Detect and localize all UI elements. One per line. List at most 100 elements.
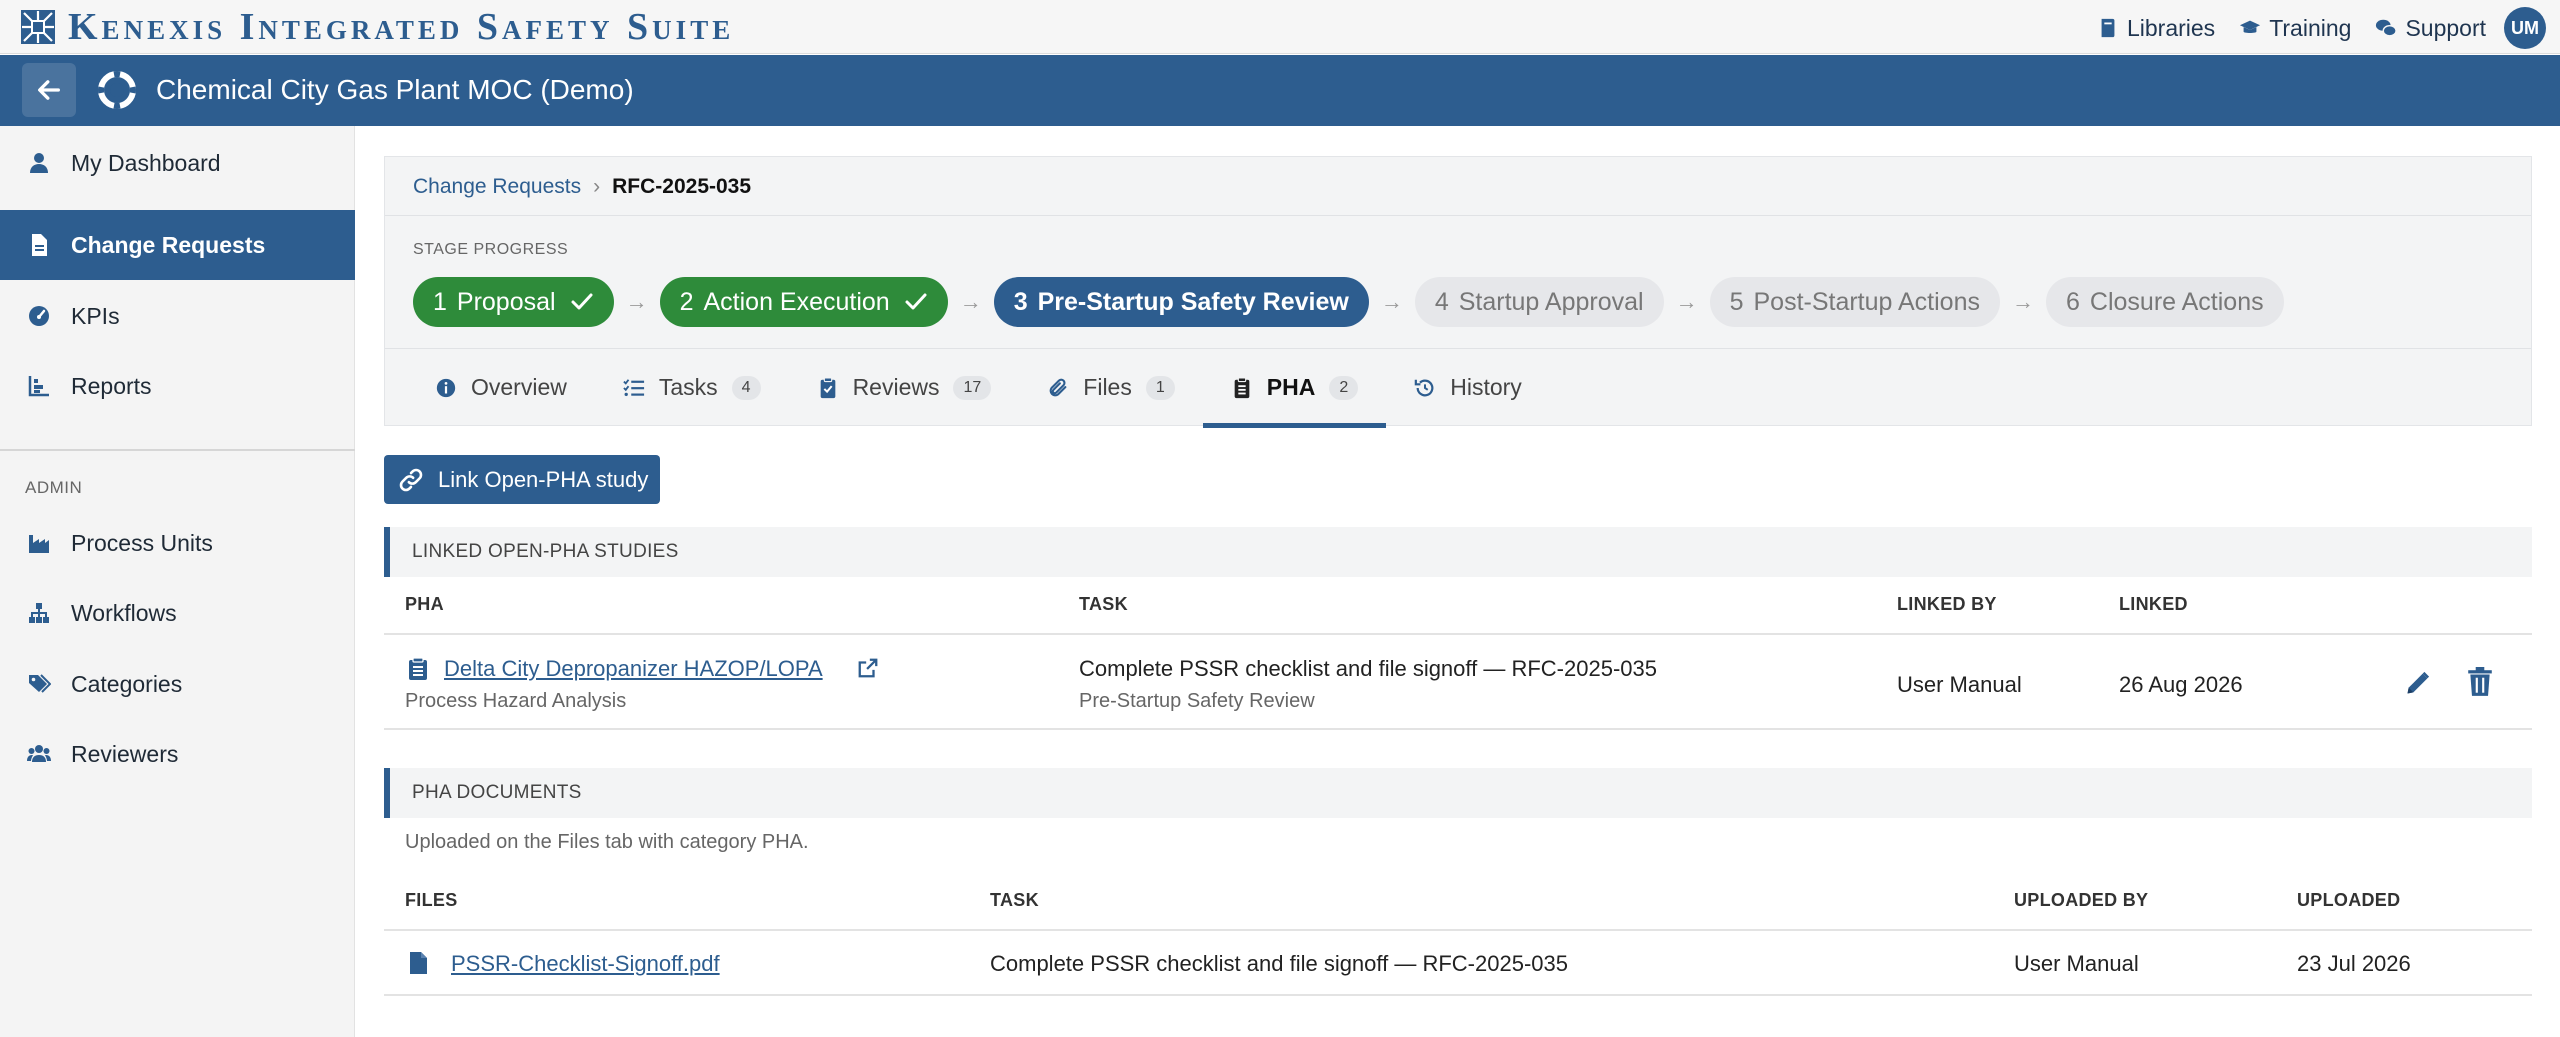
tab-count-badge: 4 [731, 375, 761, 400]
pha-study-link[interactable]: Delta City Depropanizer HAZOP/LOPA [444, 656, 823, 682]
column-header-linked: LINKED [2119, 594, 2188, 614]
linked-task-stage: Pre-Startup Safety Review [1079, 690, 1315, 712]
page-title: Chemical City Gas Plant MOC (Demo) [156, 74, 634, 105]
kenexis-logo-icon [21, 10, 55, 44]
app-header: Chemical City Gas Plant MOC (Demo) [0, 55, 2560, 126]
tab-label: Overview [471, 374, 567, 400]
tab-label: Reviews [852, 374, 940, 400]
stage-pre-startup-safety-review[interactable]: 3 Pre-Startup Safety Review [993, 277, 1369, 327]
stage-name: Startup Approval [1458, 287, 1644, 316]
top-links: Libraries Training Support UM [2097, 7, 2546, 49]
linked-studies-header: LINKED OPEN-PHA STUDIES [384, 527, 2532, 577]
stage-post-startup-actions[interactable]: 5 Post-Startup Actions [1709, 277, 2000, 327]
sidebar-item-label: Process Units [71, 529, 213, 556]
table-row-divider [384, 994, 2532, 996]
tab-files[interactable]: Files 1 [1019, 349, 1202, 426]
sidebar-item-label: Workflows [71, 599, 177, 626]
libraries-link[interactable]: Libraries [2097, 15, 2215, 42]
tab-label: Files [1083, 374, 1132, 400]
link-icon [399, 468, 423, 491]
sidebar-item-reports[interactable]: Reports [0, 351, 355, 421]
pha-documents-note: Uploaded on the Files tab with category … [405, 831, 809, 853]
industry-icon [29, 535, 49, 553]
stage-closure-actions[interactable]: 6 Closure Actions [2046, 277, 2284, 327]
user-avatar[interactable]: UM [2504, 7, 2546, 49]
sidebar-item-workflows[interactable]: Workflows [0, 578, 355, 648]
stage-startup-approval[interactable]: 4 Startup Approval [1414, 277, 1664, 327]
tab-reviews[interactable]: Reviews 17 [789, 349, 1020, 426]
sidebar-item-change-requests[interactable]: Change Requests [0, 210, 355, 280]
support-label: Support [2405, 14, 2486, 41]
tab-count-badge: 2 [1329, 375, 1359, 400]
breadcrumb: Change Requests › RFC-2025-035 [413, 175, 751, 199]
linked-date: 26 Aug 2026 [2119, 672, 2243, 697]
table-row-divider [384, 728, 2532, 730]
column-header-linked-by: LINKED BY [1897, 594, 1997, 614]
column-header-task: TASK [1079, 594, 1128, 614]
tab-label: PHA [1266, 374, 1316, 400]
linked-by: User Manual [1897, 672, 2022, 697]
link-open-pha-study-button[interactable]: Link Open-PHA study [384, 455, 660, 504]
tab-label: History [1450, 374, 1522, 400]
stage-number: 6 [2066, 287, 2080, 316]
tags-icon [29, 674, 51, 693]
stage-proposal[interactable]: 1 Proposal [413, 277, 614, 327]
admin-section-label: ADMIN [25, 478, 83, 497]
external-link-icon[interactable] [857, 657, 879, 679]
stage-arrow: → [1675, 289, 1698, 314]
history-icon [1414, 379, 1434, 396]
table-header-divider [384, 929, 2532, 931]
check-icon [571, 293, 593, 310]
clipboard-check-icon [820, 376, 835, 398]
trash-icon[interactable] [2467, 667, 2493, 697]
tab-history[interactable]: History [1386, 349, 1550, 426]
breadcrumb-current: RFC-2025-035 [612, 175, 752, 198]
sidebar-item-label: KPIs [71, 302, 120, 329]
column-header-uploaded: UPLOADED [2297, 890, 2401, 910]
tab-bar: Overview Tasks 4 Reviews 17 Files 1 PHA … [407, 349, 1550, 428]
brand-name: Kenexis Integrated Safety Suite [68, 6, 735, 48]
bar-chart-icon [28, 376, 49, 397]
sidebar-item-label: Reviewers [71, 740, 179, 767]
sidebar-item-label: Change Requests [71, 231, 266, 258]
stage-arrow: → [1380, 289, 1403, 314]
sidebar-item-process-units[interactable]: Process Units [0, 508, 355, 578]
comments-icon [2376, 19, 2398, 37]
check-icon [905, 293, 927, 310]
training-link[interactable]: Training [2239, 15, 2351, 42]
sidebar-item-label: Categories [71, 670, 183, 697]
top-bar: Kenexis Integrated Safety Suite Librarie… [0, 0, 2560, 54]
brand[interactable]: Kenexis Integrated Safety Suite [20, 6, 735, 48]
list-check-icon [623, 378, 644, 396]
stage-arrow: → [625, 289, 648, 314]
pha-documents-header: PHA DOCUMENTS [384, 768, 2532, 818]
file-icon [410, 952, 427, 974]
sidebar-item-label: My Dashboard [71, 149, 221, 176]
pha-document-link[interactable]: PSSR-Checklist-Signoff.pdf [451, 951, 720, 977]
stage-progress: 1 Proposal → 2 Action Execution → 3 Pre-… [413, 277, 2284, 327]
libraries-label: Libraries [2126, 14, 2216, 41]
stage-action-execution[interactable]: 2 Action Execution [659, 277, 948, 327]
book-icon [2101, 18, 2115, 38]
divider [385, 215, 2531, 216]
tab-overview[interactable]: Overview [407, 349, 595, 426]
stage-number: 3 [1013, 287, 1028, 316]
column-header-pha: PHA [405, 594, 444, 614]
uploaded-date: 23 Jul 2026 [2297, 951, 2411, 976]
sidebar-item-kpis[interactable]: KPIs [0, 281, 355, 351]
tab-pha[interactable]: PHA 2 [1202, 349, 1387, 428]
edit-icon[interactable] [2404, 669, 2432, 697]
back-button[interactable] [22, 63, 76, 117]
sidebar-item-my-dashboard[interactable]: My Dashboard [0, 128, 355, 198]
stage-name: Pre-Startup Safety Review [1037, 287, 1349, 316]
sidebar-item-categories[interactable]: Categories [0, 649, 355, 719]
stage-number: 5 [1729, 287, 1744, 316]
arrow-left-icon [38, 80, 60, 100]
linked-task: Complete PSSR checklist and file signoff… [1079, 656, 1657, 681]
column-header-task: TASK [990, 890, 1039, 910]
breadcrumb-change-requests[interactable]: Change Requests [413, 175, 581, 199]
sidebar-item-reviewers[interactable]: Reviewers [0, 719, 355, 789]
support-link[interactable]: Support [2375, 15, 2486, 42]
clipboard-list-icon [1234, 376, 1250, 398]
tab-tasks[interactable]: Tasks 4 [595, 349, 789, 426]
